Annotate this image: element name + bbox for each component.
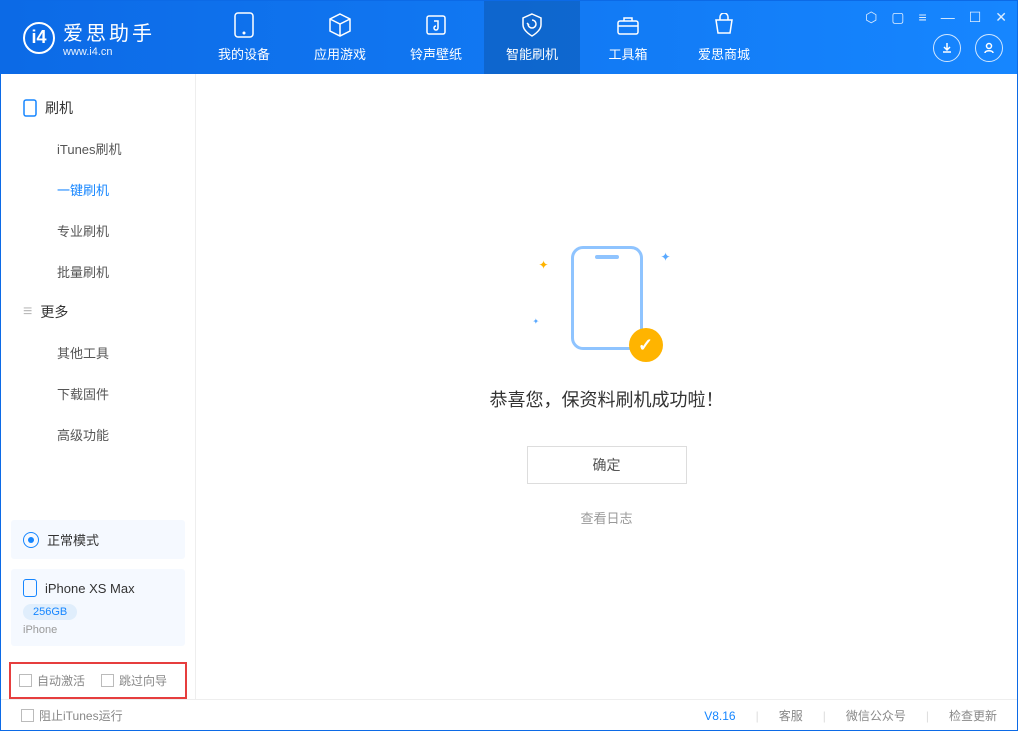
footer-link-update[interactable]: 检查更新 (949, 707, 997, 724)
sidebar-group-label: 更多 (40, 302, 68, 322)
device-row: iPhone XS Max (23, 579, 173, 597)
tab-toolbox[interactable]: 工具箱 (580, 1, 676, 74)
download-icon (940, 41, 954, 55)
logo-area: i4 爱思助手 www.i4.cn (1, 17, 196, 58)
sidebar-item-itunes-flash[interactable]: iTunes刷机 (1, 128, 195, 169)
checkbox-auto-activate[interactable]: 自动激活 (19, 672, 85, 689)
tab-label: 智能刷机 (506, 44, 558, 63)
sparkle-icon: ✦ (539, 258, 549, 272)
cube-icon (327, 12, 353, 38)
check-badge-icon: ✓ (629, 328, 663, 362)
divider: | (823, 709, 826, 723)
sidebar: 刷机 iTunes刷机 一键刷机 专业刷机 批量刷机 ≡ 更多 其他工具 下载固… (1, 74, 196, 699)
menu-icon[interactable]: ≡ (919, 9, 927, 26)
footer-right: V8.16 | 客服 | 微信公众号 | 检查更新 (704, 707, 997, 724)
sidebar-group-flash: 刷机 (1, 88, 195, 128)
sidebar-item-other-tools[interactable]: 其他工具 (1, 332, 195, 373)
shirt-icon[interactable]: ⬡ (865, 9, 877, 26)
divider: | (926, 709, 929, 723)
version-label: V8.16 (704, 709, 735, 723)
footer: 阻止iTunes运行 V8.16 | 客服 | 微信公众号 | 检查更新 (1, 699, 1017, 731)
sidebar-scroll: 刷机 iTunes刷机 一键刷机 专业刷机 批量刷机 ≡ 更多 其他工具 下载固… (1, 74, 195, 520)
divider: | (756, 709, 759, 723)
success-illustration: ✦ ✦ ✦ ✓ (557, 246, 657, 356)
checkbox-label: 阻止iTunes运行 (39, 707, 123, 724)
user-button[interactable] (975, 34, 1003, 62)
sparkle-icon: ✦ (533, 317, 540, 326)
device-type: iPhone (23, 624, 173, 636)
main-tabs: 我的设备 应用游戏 铃声壁纸 智能刷机 工具箱 爱思商城 (196, 1, 772, 74)
sidebar-item-oneclick-flash[interactable]: 一键刷机 (1, 169, 195, 210)
toolbox-icon (615, 12, 641, 38)
main-content: ✦ ✦ ✦ ✓ 恭喜您，保资料刷机成功啦！ 确定 查看日志 (196, 74, 1017, 699)
minimize-button[interactable]: — (941, 9, 955, 26)
tab-smart-flash[interactable]: 智能刷机 (484, 1, 580, 74)
tab-label: 爱思商城 (698, 44, 750, 63)
tab-label: 工具箱 (608, 44, 647, 63)
tab-label: 应用游戏 (314, 44, 366, 63)
lock-icon[interactable]: ▢ (891, 9, 904, 26)
sidebar-item-pro-flash[interactable]: 专业刷机 (1, 210, 195, 251)
sidebar-item-batch-flash[interactable]: 批量刷机 (1, 251, 195, 292)
app-url: www.i4.cn (63, 46, 155, 58)
mode-label: 正常模式 (47, 530, 99, 549)
shop-icon (711, 12, 737, 38)
sidebar-item-advanced[interactable]: 高级功能 (1, 414, 195, 455)
list-icon: ≡ (23, 303, 32, 321)
ok-button[interactable]: 确定 (527, 446, 687, 484)
footer-link-support[interactable]: 客服 (779, 707, 803, 724)
checkbox-skip-guide[interactable]: 跳过向导 (101, 672, 167, 689)
sidebar-item-download-firmware[interactable]: 下载固件 (1, 373, 195, 414)
logo-icon: i4 (23, 22, 55, 54)
download-button[interactable] (933, 34, 961, 62)
sparkle-icon: ✦ (660, 250, 670, 264)
checkbox-icon (19, 674, 32, 687)
music-icon (423, 12, 449, 38)
tab-my-device[interactable]: 我的设备 (196, 1, 292, 74)
checkbox-label: 自动激活 (37, 672, 85, 689)
tab-ringtones-wallpapers[interactable]: 铃声壁纸 (388, 1, 484, 74)
window-controls: ⬡ ▢ ≡ — ☐ ✕ (865, 9, 1007, 26)
mode-box[interactable]: 正常模式 (11, 520, 185, 559)
tab-label: 我的设备 (218, 44, 270, 63)
device-icon (231, 12, 257, 38)
phone-icon (23, 99, 37, 117)
device-box[interactable]: iPhone XS Max 256GB iPhone (11, 569, 185, 646)
device-name: iPhone XS Max (45, 581, 135, 596)
checkbox-icon (101, 674, 114, 687)
highlighted-checks: 自动激活 跳过向导 (9, 662, 187, 699)
shield-icon (519, 12, 545, 38)
sidebar-group-label: 刷机 (45, 98, 73, 118)
tab-apps-games[interactable]: 应用游戏 (292, 1, 388, 74)
phone-icon (23, 579, 37, 597)
header-right (933, 34, 1003, 62)
sidebar-group-more: ≡ 更多 (1, 292, 195, 332)
app-title: 爱思助手 (63, 17, 155, 46)
view-log-link[interactable]: 查看日志 (580, 508, 632, 527)
app-body: 刷机 iTunes刷机 一键刷机 专业刷机 批量刷机 ≡ 更多 其他工具 下载固… (1, 74, 1017, 699)
close-button[interactable]: ✕ (995, 9, 1007, 26)
tab-shop[interactable]: 爱思商城 (676, 1, 772, 74)
maximize-button[interactable]: ☐ (969, 9, 982, 26)
checkbox-block-itunes[interactable]: 阻止iTunes运行 (21, 707, 123, 724)
mode-indicator-icon (23, 532, 39, 548)
checkbox-icon (21, 709, 34, 722)
app-header: i4 爱思助手 www.i4.cn 我的设备 应用游戏 铃声壁纸 智能刷机 工具… (1, 1, 1017, 74)
footer-link-wechat[interactable]: 微信公众号 (846, 707, 906, 724)
user-icon (982, 41, 996, 55)
success-message: 恭喜您，保资料刷机成功啦！ (490, 386, 724, 412)
checkbox-label: 跳过向导 (119, 672, 167, 689)
logo-text: 爱思助手 www.i4.cn (63, 17, 155, 58)
tab-label: 铃声壁纸 (410, 44, 462, 63)
storage-badge: 256GB (23, 604, 77, 620)
